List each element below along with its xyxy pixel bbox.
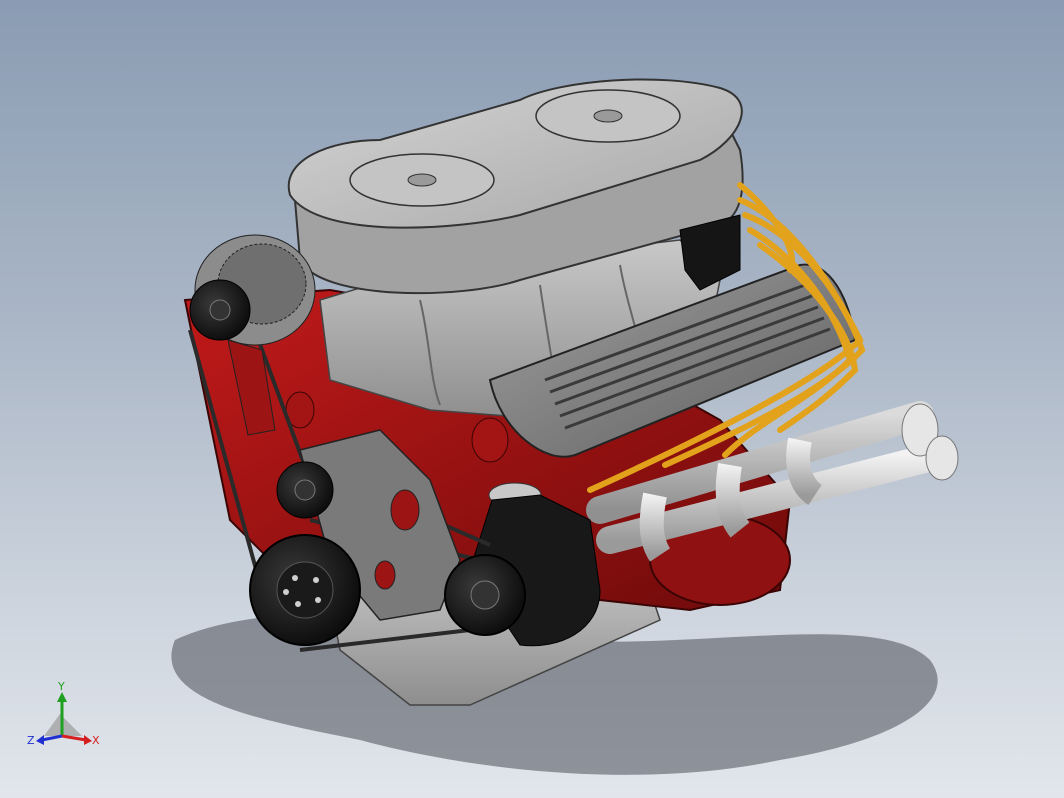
air-cleaner-nut <box>593 109 623 123</box>
bracket-hole <box>374 560 396 590</box>
pulley-hub <box>209 299 231 321</box>
block-casting-boss <box>471 417 509 463</box>
x-axis-label: X <box>92 734 100 747</box>
3d-viewport[interactable]: Y Z X <box>0 0 1064 798</box>
z-axis-arrow <box>41 734 63 742</box>
pulley-hub <box>294 479 316 501</box>
x-axis-arrow-head <box>84 735 92 745</box>
axis-triad: Y Z X <box>27 680 100 747</box>
bracket-hole <box>390 489 420 531</box>
z-axis-arrow-head <box>36 735 44 745</box>
x-axis-arrow <box>61 734 87 742</box>
z-axis-label: Z <box>27 734 35 747</box>
pulley-hub <box>470 580 500 610</box>
y-axis-arrow-head <box>57 692 67 702</box>
engine-model-view[interactable] <box>0 0 1064 798</box>
air-cleaner-nut <box>407 173 437 187</box>
y-axis-label: Y <box>57 680 65 693</box>
